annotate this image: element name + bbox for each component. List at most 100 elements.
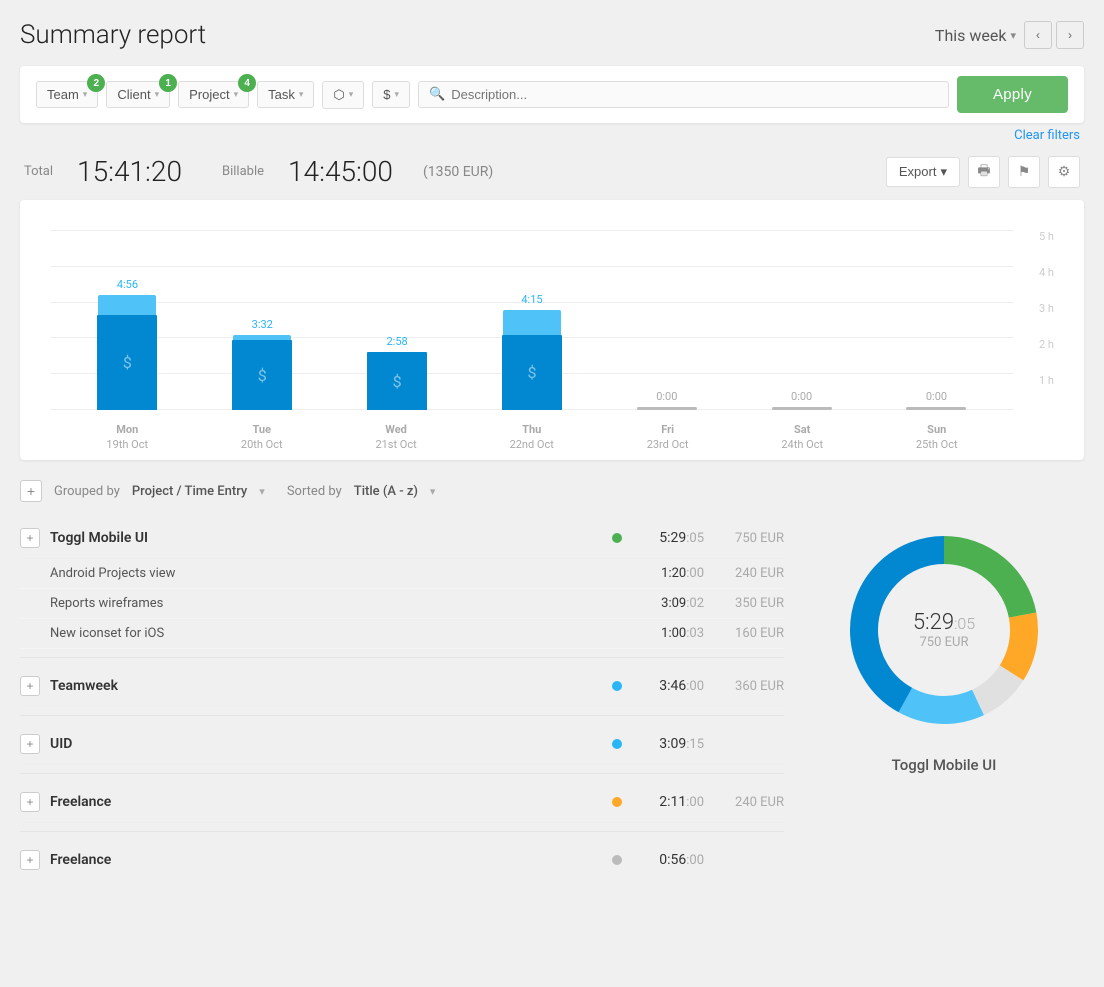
team-filter-label: Team bbox=[47, 87, 79, 102]
bar-thu-nonbillable bbox=[503, 310, 561, 335]
bar-wed: 2:58 $ bbox=[367, 335, 427, 410]
bar-chart: 5 h 4 h 3 h 2 h 1 h 4:56 bbox=[20, 200, 1084, 460]
bar-thu-billable: $ bbox=[502, 335, 562, 410]
bar-wed-label: 2:58 bbox=[387, 335, 408, 348]
tag-filter-button[interactable]: ⬡ ▾ bbox=[322, 81, 364, 109]
apply-button[interactable]: Apply bbox=[957, 76, 1068, 113]
billable-amount: (1350 EUR) bbox=[423, 164, 493, 180]
add-group-button[interactable]: + bbox=[20, 480, 42, 502]
project-row-freelance1[interactable]: + Freelance 2:11:00 240 EUR bbox=[20, 782, 784, 823]
teamweek-eur: 360 EUR bbox=[704, 679, 784, 694]
bar-tue-billable: $ bbox=[232, 340, 292, 410]
task-chevron-icon: ▾ bbox=[299, 89, 304, 100]
export-label: Export bbox=[899, 164, 937, 179]
expand-freelance2-button[interactable]: + bbox=[20, 850, 40, 870]
expand-freelance1-button[interactable]: + bbox=[20, 792, 40, 812]
y-label-4h: 4 h bbox=[1039, 266, 1054, 279]
freelance1-time: 2:11:00 bbox=[634, 794, 704, 810]
print-icon: 🖶 bbox=[977, 160, 990, 184]
sub-time-android: 1:20:00 bbox=[634, 566, 704, 581]
project-name-teamweek: Teamweek bbox=[50, 678, 612, 694]
bar-tue: 3:32 $ bbox=[232, 318, 292, 410]
expand-uid-button[interactable]: + bbox=[20, 734, 40, 754]
task-filter-button[interactable]: Task ▾ bbox=[257, 81, 314, 108]
prev-period-button[interactable]: ‹ bbox=[1024, 21, 1052, 49]
settings-button[interactable]: ⚙ bbox=[1048, 156, 1080, 188]
team-chevron-icon: ▾ bbox=[83, 89, 88, 100]
donut-center-eur: 750 EUR bbox=[913, 635, 975, 650]
donut-title: Toggl Mobile UI bbox=[892, 756, 997, 774]
header-right: This week ▾ ‹ › bbox=[935, 21, 1084, 49]
sub-name-reports: Reports wireframes bbox=[50, 596, 634, 611]
client-chevron-icon: ▾ bbox=[155, 89, 160, 100]
sub-row-reports: Reports wireframes 3:09:02 350 EUR bbox=[20, 589, 784, 619]
table-section: + Grouped by Project / Time Entry ▾ Sort… bbox=[20, 480, 784, 880]
expand-teamweek-button[interactable]: + bbox=[20, 676, 40, 696]
grouped-by-label: Grouped by bbox=[54, 484, 120, 499]
donut-section: 5:29:05 750 EUR Toggl Mobile UI bbox=[804, 480, 1084, 774]
bar-tue-label: 3:32 bbox=[252, 318, 273, 331]
project-row-toggl[interactable]: + Toggl Mobile UI 5:29:05 750 EUR bbox=[20, 518, 784, 559]
sorted-by-label: Sorted by bbox=[287, 484, 342, 499]
toggl-time: 5:29:05 bbox=[634, 530, 704, 546]
sub-name-iconset: New iconset for iOS bbox=[50, 626, 634, 641]
sub-time-iconset: 1:00:03 bbox=[634, 626, 704, 641]
project-name-freelance2: Freelance bbox=[50, 852, 612, 868]
currency-chevron-icon: ▾ bbox=[395, 89, 400, 100]
teamweek-time: 3:46:00 bbox=[634, 678, 704, 694]
sort-value[interactable]: Title (A - z) bbox=[354, 484, 418, 499]
bar-thu-label: 4:15 bbox=[521, 293, 542, 306]
bar-sat: 0:00 bbox=[772, 390, 832, 410]
project-name-freelance1: Freelance bbox=[50, 794, 612, 810]
x-label-tue: Tue20th Oct bbox=[241, 422, 283, 453]
y-label-2h: 2 h bbox=[1039, 338, 1054, 351]
y-label-5h: 5 h bbox=[1039, 230, 1054, 243]
bar-fri-label: 0:00 bbox=[656, 390, 677, 403]
bar-mon-nonbillable bbox=[98, 295, 156, 315]
next-period-button[interactable]: › bbox=[1056, 21, 1084, 49]
x-label-thu: Thu22nd Oct bbox=[510, 422, 554, 453]
period-selector[interactable]: This week ▾ bbox=[935, 26, 1016, 45]
project-row-uid[interactable]: + UID 3:09:15 bbox=[20, 724, 784, 765]
sub-row-android: Android Projects view 1:20:00 240 EUR bbox=[20, 559, 784, 589]
bar-mon-billable: $ bbox=[97, 315, 157, 410]
clear-filters-bar: Clear filters bbox=[20, 127, 1084, 143]
separator-2 bbox=[20, 715, 784, 716]
currency-filter-button[interactable]: $ ▾ bbox=[372, 81, 410, 108]
project-row-teamweek[interactable]: + Teamweek 3:46:00 360 EUR bbox=[20, 666, 784, 707]
separator-1 bbox=[20, 657, 784, 658]
currency-label: $ bbox=[383, 87, 390, 102]
expand-toggl-button[interactable]: + bbox=[20, 528, 40, 548]
clear-filters-link[interactable]: Clear filters bbox=[1014, 128, 1080, 143]
separator-3 bbox=[20, 773, 784, 774]
sub-eur-iconset: 160 EUR bbox=[704, 626, 784, 641]
client-filter-button[interactable]: Client 1 ▾ bbox=[106, 81, 170, 108]
sub-eur-android: 240 EUR bbox=[704, 566, 784, 581]
toggl-dot bbox=[612, 533, 622, 543]
freelance2-dot bbox=[612, 855, 622, 865]
team-filter-button[interactable]: Team 2 ▾ bbox=[36, 81, 98, 108]
bar-fri: 0:00 bbox=[637, 390, 697, 410]
client-filter-badge: 1 bbox=[159, 74, 177, 92]
description-input[interactable] bbox=[451, 87, 938, 102]
bookmark-button[interactable]: ⚑ bbox=[1008, 156, 1040, 188]
print-button[interactable]: 🖶 bbox=[968, 156, 1000, 188]
freelance1-dot bbox=[612, 797, 622, 807]
sort-chevron-icon: ▾ bbox=[430, 485, 436, 498]
bar-mon: 4:56 $ bbox=[97, 278, 157, 410]
teamweek-dot bbox=[612, 681, 622, 691]
total-time: 15:41 bbox=[77, 155, 145, 188]
x-label-sun: Sun25th Oct bbox=[916, 422, 958, 453]
billable-time: 14:45:00 bbox=[288, 155, 393, 188]
sub-name-android: Android Projects view bbox=[50, 566, 634, 581]
export-button[interactable]: Export ▾ bbox=[886, 157, 960, 187]
period-label: This week bbox=[935, 26, 1007, 45]
group-value[interactable]: Project / Time Entry bbox=[132, 484, 247, 499]
project-chevron-icon: ▾ bbox=[234, 89, 239, 100]
sub-eur-reports: 350 EUR bbox=[704, 596, 784, 611]
project-filter-button[interactable]: Project 4 ▾ bbox=[178, 81, 249, 108]
project-row-freelance2[interactable]: + Freelance 0:56:00 bbox=[20, 840, 784, 880]
bar-sat-label: 0:00 bbox=[791, 390, 812, 403]
page: Summary report This week ▾ ‹ › Team 2 ▾ … bbox=[0, 0, 1104, 987]
total-time-display: 15:41:20 bbox=[77, 155, 182, 188]
